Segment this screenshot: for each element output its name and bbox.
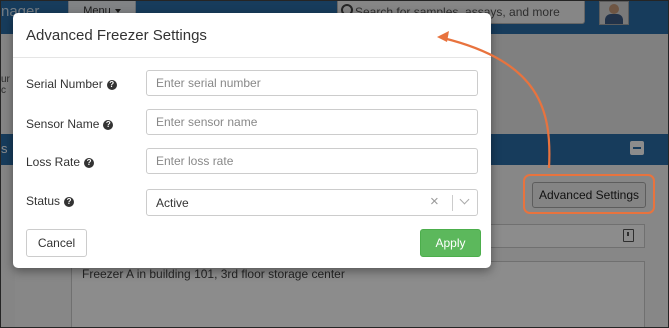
- help-icon[interactable]: ?: [64, 197, 75, 207]
- dialog-title: Advanced Freezer Settings: [26, 27, 207, 44]
- serial-number-label: Serial Number?: [26, 77, 117, 91]
- serial-number-input[interactable]: [146, 70, 478, 96]
- loss-rate-input[interactable]: [146, 148, 478, 174]
- status-label: Status?: [26, 194, 75, 208]
- select-divider: [452, 195, 453, 211]
- callout-highlight: [523, 174, 655, 214]
- serial-number-label-text: Serial Number: [26, 77, 103, 91]
- advanced-freezer-settings-dialog: Advanced Freezer Settings Serial Number?…: [13, 13, 491, 268]
- apply-button[interactable]: Apply: [420, 229, 481, 257]
- sensor-name-input[interactable]: [146, 109, 478, 135]
- help-icon[interactable]: ?: [84, 158, 95, 168]
- status-value: Active: [156, 196, 189, 210]
- help-icon[interactable]: ?: [103, 120, 114, 130]
- chevron-down-icon[interactable]: [459, 194, 470, 205]
- cancel-button[interactable]: Cancel: [26, 229, 87, 257]
- sensor-name-label-text: Sensor Name: [26, 117, 100, 131]
- dialog-divider: [13, 57, 491, 58]
- status-select[interactable]: Active ×: [146, 189, 478, 216]
- clear-icon[interactable]: ×: [430, 194, 439, 210]
- loss-rate-label-text: Loss Rate: [26, 155, 81, 169]
- sensor-name-label: Sensor Name?: [26, 117, 114, 131]
- loss-rate-label: Loss Rate?: [26, 155, 95, 169]
- help-icon[interactable]: ?: [106, 80, 117, 90]
- status-label-text: Status: [26, 194, 61, 208]
